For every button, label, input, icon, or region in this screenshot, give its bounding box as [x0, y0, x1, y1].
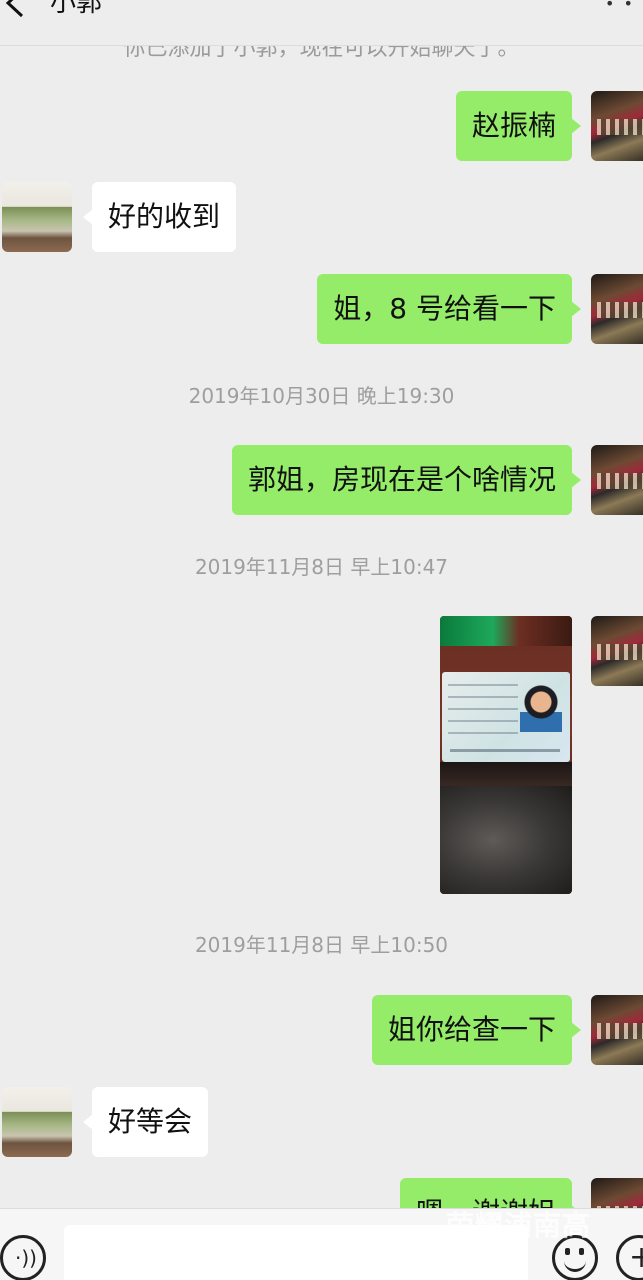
message-bubble-sent[interactable]: 姐你给查一下 — [371, 995, 582, 1065]
message-bubble-sent[interactable]: 郭姐，房现在是个啥情况 — [231, 445, 582, 515]
contact-avatar[interactable] — [2, 182, 72, 252]
chevron-left-icon[interactable] — [2, 0, 30, 20]
id-card-photo — [442, 672, 570, 762]
more-options-icon[interactable]: • • — [605, 0, 635, 13]
image-message[interactable] — [440, 616, 572, 894]
my-avatar[interactable] — [591, 91, 643, 161]
message-bubble-sent[interactable]: 赵振楠 — [455, 91, 582, 161]
contact-avatar[interactable] — [2, 1087, 72, 1157]
plus-icon[interactable]: + — [616, 1235, 643, 1280]
message-timestamp: 2019年11月8日 早上10:50 — [194, 933, 449, 957]
message-timestamp: 2019年11月8日 早上10:47 — [194, 555, 449, 579]
message-bubble-received[interactable]: 好等会 — [82, 1087, 209, 1157]
my-avatar[interactable] — [591, 995, 643, 1065]
message-bubble-received[interactable]: 好的收到 — [82, 182, 237, 252]
message-bubble-sent[interactable]: 姐，8 号给看一下 — [317, 274, 581, 344]
my-avatar[interactable] — [591, 274, 643, 344]
my-avatar[interactable] — [591, 616, 643, 686]
voice-icon[interactable]: ·)) — [0, 1235, 46, 1280]
chat-header: 小郭 • • — [0, 0, 643, 46]
chat-title: 小郭 — [50, 0, 103, 18]
message-timestamp: 2019年10月30日 晚上19:30 — [188, 384, 455, 408]
my-avatar[interactable] — [591, 445, 643, 515]
watermark: 荣耀浦南高 — [446, 1209, 592, 1242]
